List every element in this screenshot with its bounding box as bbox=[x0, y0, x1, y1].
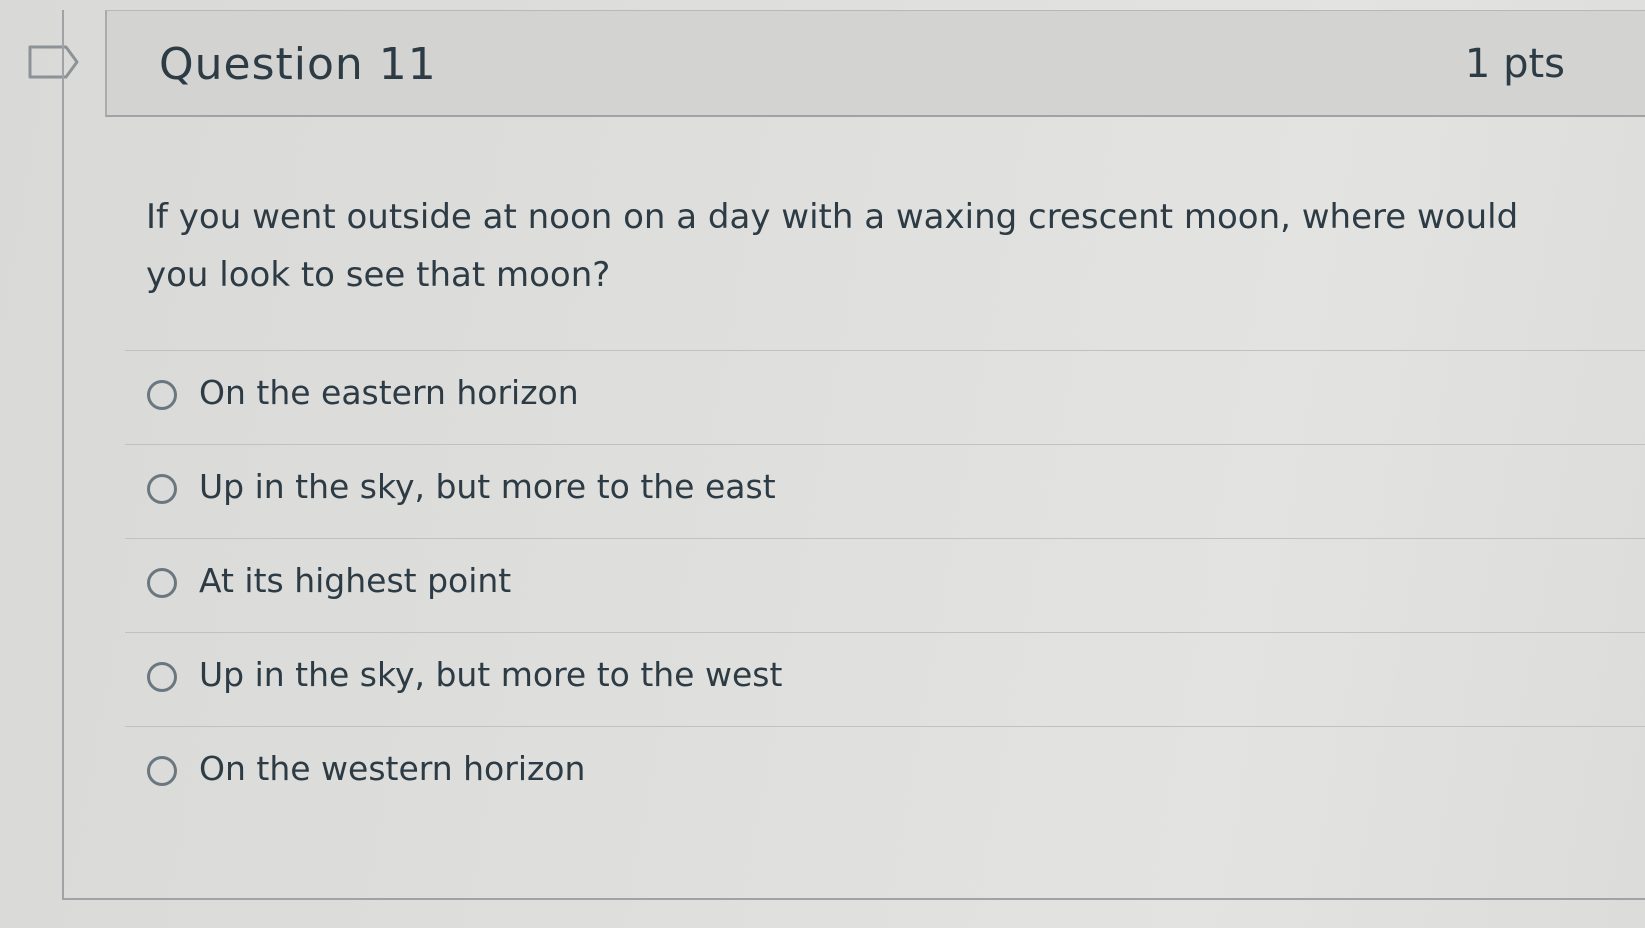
question-text: If you went outside at noon on a day wit… bbox=[146, 197, 1519, 295]
radio-unchecked-icon[interactable] bbox=[147, 756, 177, 786]
answer-option[interactable]: Up in the sky, but more to the west bbox=[125, 632, 1645, 726]
answer-label[interactable]: On the western horizon bbox=[199, 749, 585, 788]
answer-option[interactable]: On the western horizon bbox=[125, 726, 1645, 820]
question-title: Question 11 bbox=[159, 39, 437, 90]
radio-unchecked-icon[interactable] bbox=[147, 474, 177, 504]
radio-unchecked-icon[interactable] bbox=[147, 568, 177, 598]
radio-unchecked-icon[interactable] bbox=[147, 662, 177, 692]
answer-label[interactable]: On the eastern horizon bbox=[199, 373, 579, 412]
answer-list: On the eastern horizon Up in the sky, bu… bbox=[125, 350, 1645, 820]
answer-option[interactable]: Up in the sky, but more to the east bbox=[125, 444, 1645, 538]
question-points: 1 pts bbox=[1464, 41, 1565, 87]
answer-label[interactable]: Up in the sky, but more to the west bbox=[199, 655, 782, 694]
question-header: Question 11 1 pts bbox=[105, 10, 1645, 117]
answer-option[interactable]: On the eastern horizon bbox=[125, 350, 1645, 444]
answer-label[interactable]: Up in the sky, but more to the east bbox=[199, 467, 776, 506]
radio-unchecked-icon[interactable] bbox=[147, 380, 177, 410]
answer-option[interactable]: At its highest point bbox=[125, 538, 1645, 632]
answer-label[interactable]: At its highest point bbox=[199, 561, 511, 600]
